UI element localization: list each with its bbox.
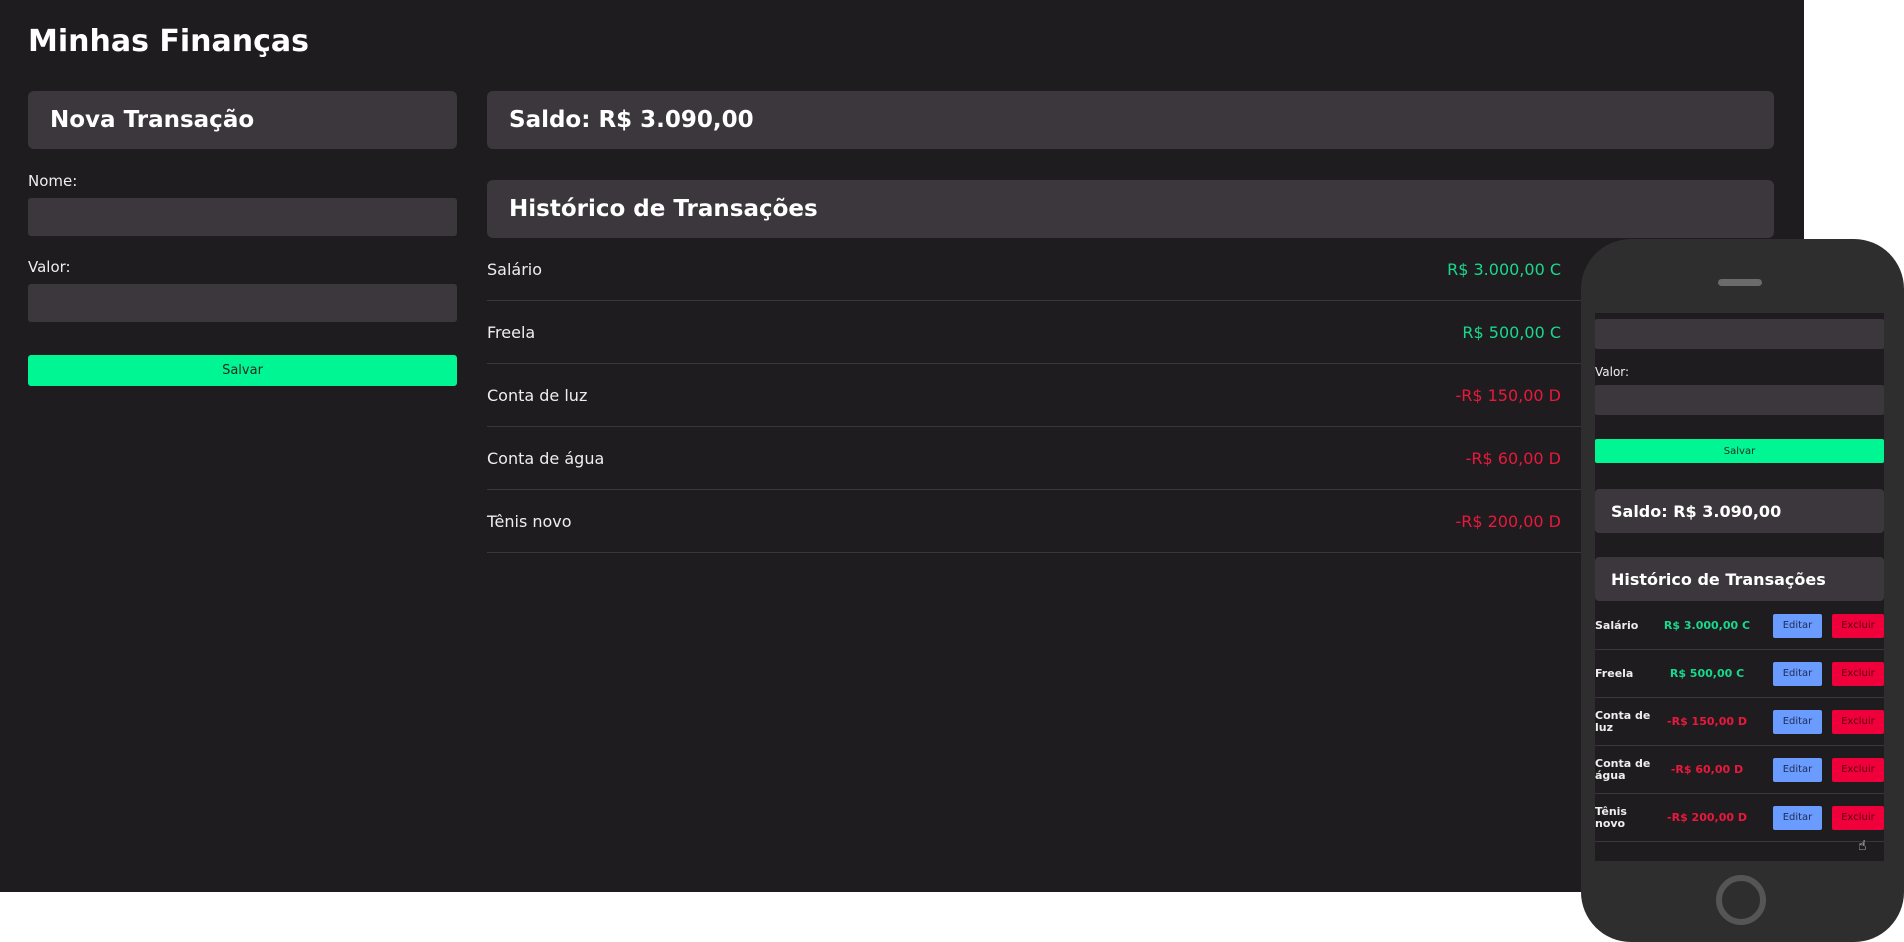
mobile-transaction-name: Conta de água [1595, 756, 1651, 782]
transaction-value: -R$ 200,00 D [1455, 511, 1561, 531]
mobile-transaction-value: R$ 3.000,00 C [1663, 619, 1751, 632]
transaction-name: Salário [487, 259, 543, 279]
delete-button[interactable]: Excluir [1832, 709, 1884, 734]
mobile-transaction-value: R$ 500,00 C [1669, 667, 1745, 680]
phone-mockup: Valor: Salvar Saldo: R$ 3.090,00 Históri… [1581, 239, 1904, 942]
mobile-transaction-value: -R$ 200,00 D [1667, 811, 1747, 824]
edit-button[interactable]: Editar [1773, 805, 1822, 830]
mobile-transaction-name: Tênis novo [1595, 804, 1627, 830]
mobile-transaction-row: Freela R$ 500,00 C Editar Excluir [1595, 650, 1884, 698]
value-label: Valor: [28, 258, 71, 276]
mobile-transaction-name: Conta de luz [1595, 708, 1651, 734]
phone-home-button [1716, 875, 1766, 925]
edit-button[interactable]: Editar [1773, 661, 1822, 686]
edit-button[interactable]: Editar [1773, 757, 1822, 782]
phone-speaker [1718, 279, 1762, 286]
transaction-value: R$ 3.000,00 C [1447, 259, 1561, 279]
mobile-transaction-row: Salário R$ 3.000,00 C Editar Excluir [1595, 602, 1884, 650]
transaction-value: R$ 500,00 C [1462, 322, 1561, 342]
mobile-balance-header: Saldo: R$ 3.090,00 [1595, 489, 1884, 533]
mobile-save-button[interactable]: Salvar [1595, 439, 1884, 463]
mobile-value-label: Valor: [1595, 365, 1630, 379]
mobile-transaction-value: -R$ 60,00 D [1670, 763, 1744, 776]
mobile-history-header: Histórico de Transações [1595, 557, 1884, 601]
transaction-name: Freela [487, 322, 536, 342]
name-label: Nome: [28, 172, 78, 190]
phone-screen: Valor: Salvar Saldo: R$ 3.090,00 Históri… [1595, 313, 1884, 861]
history-header: Histórico de Transações [487, 180, 1774, 238]
value-input[interactable] [28, 284, 457, 322]
delete-button[interactable]: Excluir [1832, 805, 1884, 830]
mobile-transaction-row: Conta de luz -R$ 150,00 D Editar Excluir [1595, 698, 1884, 746]
transaction-name: Conta de luz [487, 385, 588, 405]
mobile-name-input[interactable] [1595, 319, 1884, 349]
save-button[interactable]: Salvar [28, 355, 457, 386]
desktop-app: Minhas Finanças Nova Transação Nome: Val… [0, 0, 1804, 892]
mobile-transaction-row: Tênis novo -R$ 200,00 D Editar Excluir [1595, 794, 1884, 842]
mobile-transaction-name: Freela [1595, 666, 1634, 680]
edit-button[interactable]: Editar [1773, 613, 1822, 638]
edit-button[interactable]: Editar [1773, 709, 1822, 734]
delete-button[interactable]: Excluir [1832, 661, 1884, 686]
transaction-name: Conta de água [487, 448, 605, 468]
transaction-value: -R$ 150,00 D [1455, 385, 1561, 405]
name-input[interactable] [28, 198, 457, 236]
balance-header: Saldo: R$ 3.090,00 [487, 91, 1774, 149]
mobile-transaction-list: Salário R$ 3.000,00 C Editar Excluir Fre… [1595, 602, 1884, 842]
mobile-transaction-name: Salário [1595, 618, 1639, 632]
hand-cursor-icon: ☝ [1858, 838, 1867, 854]
transaction-value: -R$ 60,00 D [1465, 448, 1561, 468]
mobile-value-input[interactable] [1595, 385, 1884, 415]
transaction-name: Tênis novo [487, 511, 572, 531]
delete-button[interactable]: Excluir [1832, 757, 1884, 782]
new-transaction-header: Nova Transação [28, 91, 457, 149]
mobile-transaction-value: -R$ 150,00 D [1667, 715, 1747, 728]
mobile-transaction-row: Conta de água -R$ 60,00 D Editar Excluir [1595, 746, 1884, 794]
delete-button[interactable]: Excluir [1832, 613, 1884, 638]
page-title: Minhas Finanças [28, 24, 310, 59]
